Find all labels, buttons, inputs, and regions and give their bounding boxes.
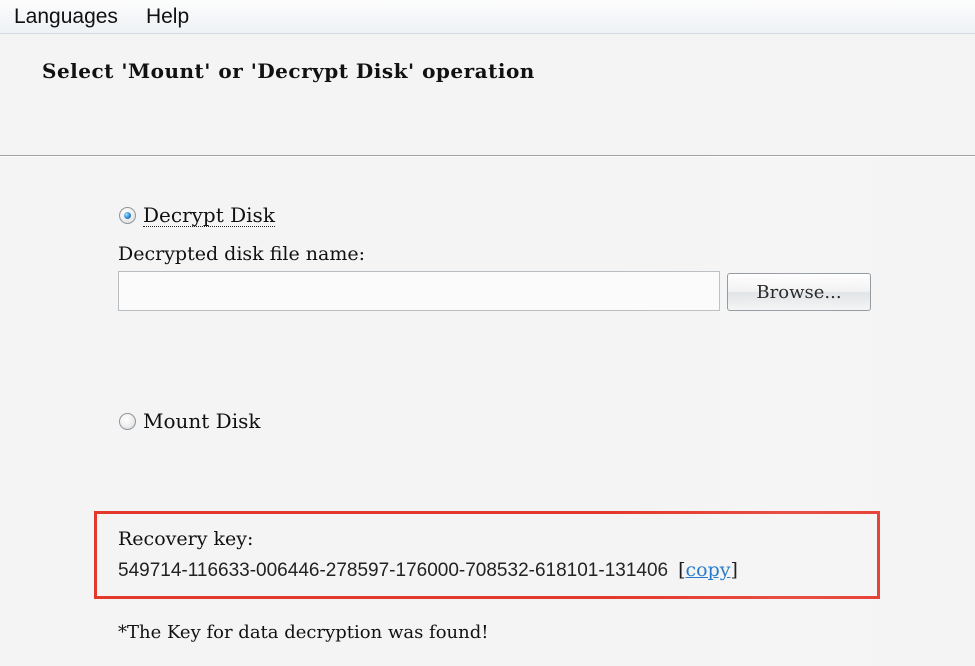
recovery-key-row: 549714-116633-006446-278597-176000-70853… <box>118 559 738 582</box>
recovery-key-highlight-box <box>94 511 880 599</box>
operation-title: Select 'Mount' or 'Decrypt Disk' operati… <box>42 59 535 83</box>
operation-header: Select 'Mount' or 'Decrypt Disk' operati… <box>0 34 975 155</box>
recovery-dialog-window: Languages Help Select 'Mount' or 'Decryp… <box>0 0 975 666</box>
copy-link[interactable]: copy <box>686 559 731 581</box>
menu-item-languages[interactable]: Languages <box>14 0 118 34</box>
copy-link-wrapper: [copy] <box>678 559 738 581</box>
decryption-key-found-message: *The Key for data decryption was found! <box>118 622 489 643</box>
radio-unchecked-icon[interactable] <box>119 412 136 430</box>
copy-close-bracket: ] <box>730 559 738 581</box>
operation-options-panel: Decrypt Disk Decrypted disk file name: B… <box>0 157 975 666</box>
decrypted-disk-file-name-label: Decrypted disk file name: <box>118 243 365 265</box>
menu-item-help[interactable]: Help <box>146 0 189 34</box>
decrypt-disk-label: Decrypt Disk <box>143 203 275 227</box>
decrypt-disk-radio-option[interactable]: Decrypt Disk <box>119 204 275 227</box>
menu-bar: Languages Help <box>0 0 975 34</box>
recovery-key-value: 549714-116633-006446-278597-176000-70853… <box>118 560 669 581</box>
radio-checked-icon[interactable] <box>119 207 136 224</box>
decrypted-disk-file-name-input[interactable] <box>118 271 720 311</box>
recovery-key-label: Recovery key: <box>118 528 254 550</box>
copy-open-bracket: [ <box>678 559 686 581</box>
browse-button[interactable]: Browse... <box>727 273 871 311</box>
mount-disk-label: Mount Disk <box>143 409 261 433</box>
header-divider <box>0 155 975 156</box>
mount-disk-radio-option[interactable]: Mount Disk <box>119 409 261 433</box>
